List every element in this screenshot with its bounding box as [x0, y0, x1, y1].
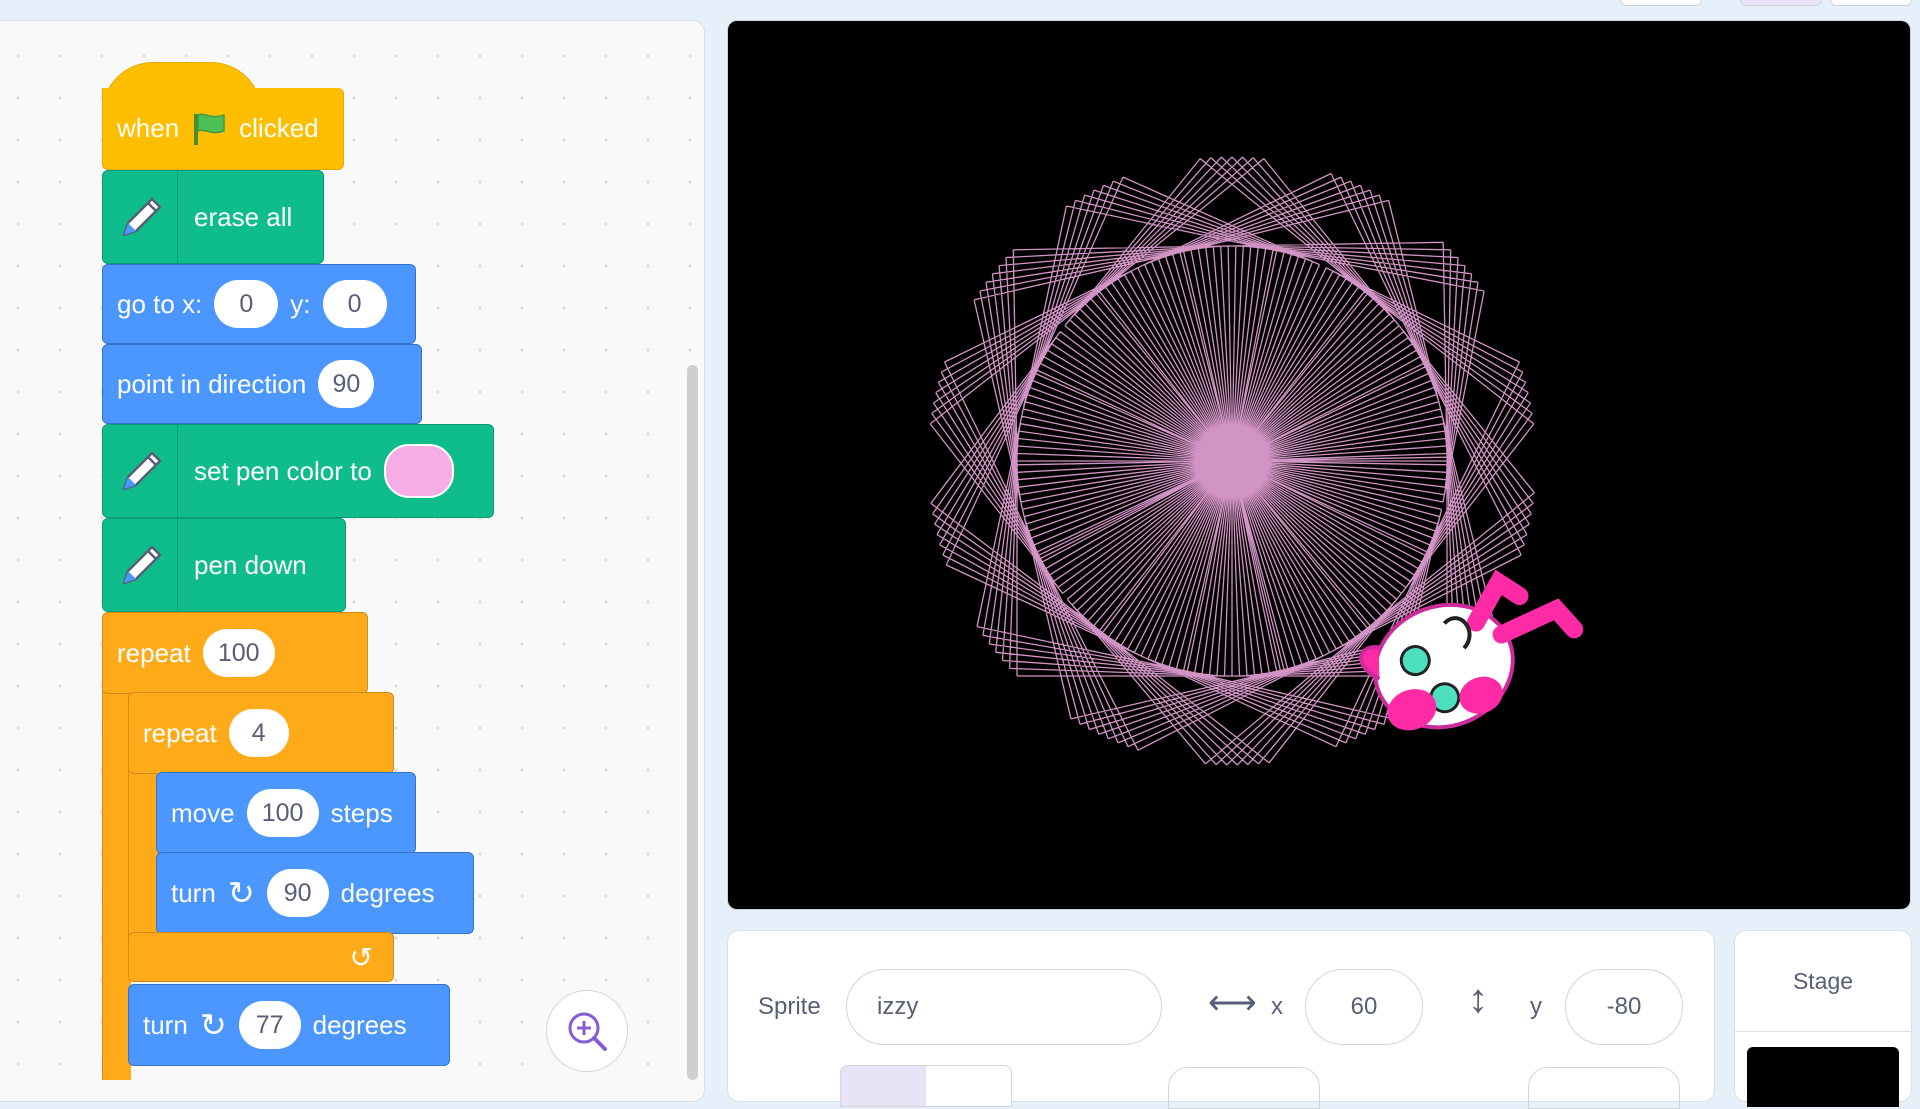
sprite-y-value: -80 [1606, 993, 1642, 1020]
izzy-sprite[interactable] [1338, 541, 1598, 781]
turn-inner-label: turn [171, 877, 216, 908]
direction-input[interactable]: 90 [318, 360, 375, 408]
horizontal-arrows-icon: ⟷ [1208, 984, 1257, 1022]
steps-label: steps [330, 797, 393, 828]
clicked-label: clicked [239, 113, 319, 143]
go-to-x-input[interactable]: 0 [214, 280, 279, 328]
sprite-label: Sprite [758, 993, 821, 1020]
show-sprite-toggle[interactable] [840, 1065, 1012, 1107]
move-steps-block[interactable]: move 100 steps [156, 772, 416, 854]
repeat-inner-count-input[interactable]: 4 [228, 709, 289, 757]
stage-selector-panel[interactable]: Stage [1734, 930, 1912, 1107]
point-in-direction-label: point in direction [117, 368, 307, 399]
sprite-x-input[interactable]: 60 [1305, 969, 1423, 1045]
sprite-name-input[interactable]: izzy [846, 969, 1162, 1045]
sprite-name-value: izzy [877, 993, 919, 1020]
go-to-y-label: y: [290, 288, 311, 319]
set-pen-color-block[interactable]: set pen color to [102, 424, 494, 518]
go-to-y-input[interactable]: 0 [322, 280, 387, 328]
degrees-label: degrees [312, 1009, 407, 1040]
pen-extension-icon [103, 425, 178, 517]
pen-color-swatch[interactable] [383, 444, 454, 498]
size-input[interactable] [1168, 1067, 1320, 1109]
stage-label: Stage [1792, 967, 1854, 994]
direction-input-field[interactable] [1528, 1067, 1680, 1109]
move-steps-input[interactable]: 100 [246, 789, 319, 837]
pen-down-label: pen down [194, 549, 307, 580]
go-to-label: go to x: [117, 288, 203, 319]
y-label: y [1530, 993, 1542, 1020]
zoom-in-button[interactable] [546, 990, 628, 1072]
when-label: when [117, 113, 180, 143]
move-label: move [171, 797, 235, 828]
repeat-outer-label: repeat [117, 637, 191, 668]
repeat-4-footer: ↺ [128, 932, 394, 982]
point-in-direction-block[interactable]: point in direction 90 [102, 344, 422, 424]
vertical-arrows-icon: ↕ [1468, 977, 1488, 1021]
sprite-y-input[interactable]: -80 [1565, 969, 1683, 1045]
repeat-outer-count-input[interactable]: 100 [202, 629, 275, 677]
small-stage-button[interactable] [1620, 0, 1702, 6]
when-flag-clicked-block[interactable]: when clicked [102, 88, 344, 170]
pen-down-block[interactable]: pen down [102, 518, 346, 612]
rotate-right-icon: ↻ [199, 1007, 227, 1043]
turn-outer-label: turn [143, 1009, 188, 1040]
turn-inner-degrees-input[interactable]: 90 [266, 869, 329, 917]
set-pen-color-label: set pen color to [194, 455, 372, 486]
stage-thumbnail[interactable] [1747, 1047, 1899, 1107]
pen-extension-icon [103, 171, 178, 263]
repeat-inner-label: repeat [143, 717, 217, 748]
turn-90-block[interactable]: turn ↻ 90 degrees [156, 852, 474, 934]
stage-canvas[interactable] [727, 20, 1911, 910]
pen-drawing [929, 156, 1535, 766]
erase-all-label: erase all [194, 201, 293, 232]
sprite-info-panel: Sprite izzy ⟷ x 60 ↕ y -80 [727, 930, 1715, 1109]
pen-extension-icon [103, 519, 178, 611]
x-label: x [1271, 993, 1283, 1020]
repeat-4-block[interactable]: repeat 4 [128, 692, 394, 774]
inner-repeat-arm [128, 770, 159, 945]
zoom-in-icon [568, 1012, 607, 1051]
go-to-xy-block[interactable]: go to x: 0 y: 0 [102, 264, 416, 344]
outer-repeat-arm [102, 690, 131, 1080]
large-stage-button[interactable] [1740, 0, 1822, 6]
turn-outer-degrees-input[interactable]: 77 [238, 1001, 301, 1049]
green-flag-icon [191, 112, 227, 146]
repeat-100-block[interactable]: repeat 100 [102, 612, 368, 694]
erase-all-block[interactable]: erase all [102, 170, 324, 264]
sprite-x-value: 60 [1350, 993, 1378, 1020]
turn-77-block[interactable]: turn ↻ 77 degrees [128, 984, 450, 1066]
loop-arrow-icon: ↺ [349, 941, 373, 973]
degrees-label: degrees [340, 877, 435, 908]
rotate-right-icon: ↻ [227, 875, 255, 911]
fullscreen-button[interactable] [1830, 0, 1912, 6]
code-area-scrollbar[interactable] [687, 365, 698, 1080]
